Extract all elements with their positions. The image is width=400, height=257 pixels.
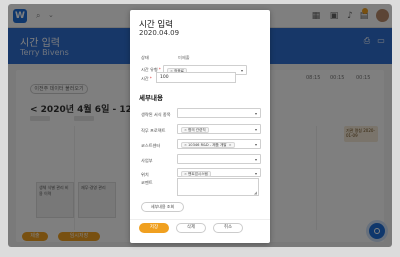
remove-icon[interactable]: ×: [184, 143, 187, 147]
remove-icon[interactable]: ×: [184, 172, 187, 176]
location-select[interactable]: ×팬트업시스템 ▾: [177, 168, 261, 177]
view-details-button[interactable]: 세부내용 조회: [141, 202, 184, 212]
project-chip-text: 협의 관련직: [188, 127, 206, 132]
chevron-down-icon[interactable]: ▾: [255, 127, 257, 132]
close-icon[interactable]: ×: [229, 143, 232, 147]
details-section-title: 세부내용: [139, 94, 163, 102]
dialog-footer-divider: [130, 219, 270, 220]
project-chip[interactable]: ×협의 관련직: [181, 126, 209, 133]
dialog-date: 2020.04.09: [139, 29, 180, 37]
cost-center-select[interactable]: ×10346 R&D - 제품 개발 × ▾: [177, 139, 261, 149]
detail-label-0: 생략된 서식 종목: [141, 112, 171, 117]
cost-center-chip[interactable]: ×10346 R&D - 제품 개발 ×: [181, 141, 235, 148]
omitted-form-select[interactable]: ▾: [177, 108, 261, 118]
detail-label-2: 코스트센터: [141, 143, 161, 148]
cancel-button[interactable]: 취소: [213, 223, 243, 233]
location-chip[interactable]: ×팬트업시스템: [181, 170, 211, 177]
detail-label-4: 위치: [141, 172, 149, 177]
hours-label: 시간*: [141, 76, 152, 82]
location-chip-text: 팬트업시스템: [188, 171, 208, 176]
remove-icon[interactable]: ×: [184, 128, 187, 132]
division-select[interactable]: ▾: [177, 154, 261, 164]
hours-label-text: 시간: [141, 76, 149, 81]
chevron-down-icon[interactable]: ▾: [241, 68, 243, 73]
cost-center-chip-text: 10346 R&D - 제품 개발: [188, 142, 227, 147]
project-select[interactable]: ×협의 관련직 ▾: [177, 124, 261, 134]
status-value: 미제출: [178, 55, 190, 60]
time-entry-dialog: 시간 입력 2020.04.09 상태 미제출 시간 유형* ×정종료 ▾ 시간…: [130, 10, 270, 243]
chevron-down-icon[interactable]: ▾: [255, 142, 257, 147]
status-label: 상태: [141, 55, 149, 60]
comment-textarea[interactable]: ◢: [177, 178, 259, 196]
chevron-down-icon[interactable]: ▾: [255, 157, 257, 162]
comment-label: 코멘트: [141, 180, 153, 185]
hours-input[interactable]: 100: [156, 72, 236, 83]
delete-button[interactable]: 삭제: [176, 223, 206, 233]
resize-handle-icon[interactable]: ◢: [254, 190, 257, 195]
detail-label-1: 직무 프로젝트: [141, 128, 166, 133]
save-button[interactable]: 저장: [139, 223, 169, 233]
required-asterisk: *: [149, 76, 152, 81]
detail-label-3: 사업부: [141, 158, 153, 163]
chevron-down-icon[interactable]: ▾: [255, 111, 257, 116]
chevron-down-icon[interactable]: ▾: [255, 171, 257, 176]
